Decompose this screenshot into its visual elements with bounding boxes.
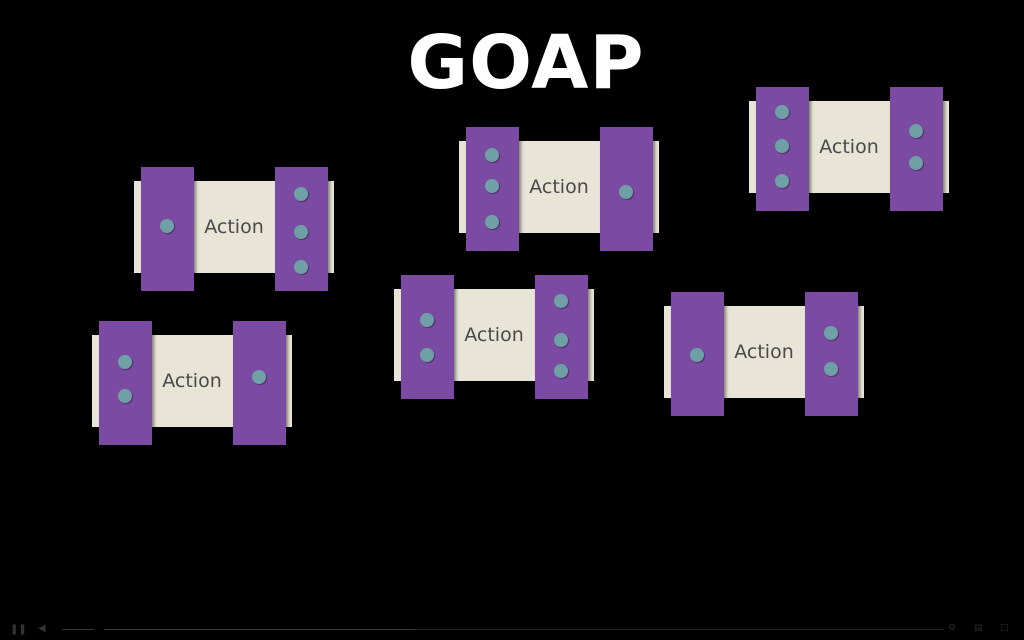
connector-dot bbox=[909, 124, 923, 138]
precondition-panel bbox=[756, 87, 809, 211]
volume-slider[interactable] bbox=[62, 629, 94, 630]
action-label: Action bbox=[162, 370, 222, 392]
connector-dot bbox=[554, 364, 568, 378]
effect-panel bbox=[805, 292, 858, 416]
connector-dot bbox=[294, 260, 308, 274]
effect-panel bbox=[535, 275, 588, 399]
effect-panel bbox=[233, 321, 286, 445]
connector-dot bbox=[824, 362, 838, 376]
effect-panel bbox=[275, 167, 328, 291]
precondition-panel bbox=[671, 292, 724, 416]
connector-dot bbox=[554, 333, 568, 347]
precondition-panel bbox=[141, 167, 194, 291]
settings-icon[interactable]: ⚙ bbox=[948, 623, 956, 633]
fullscreen-icon[interactable]: □ bbox=[1000, 623, 1009, 633]
precondition-panel bbox=[401, 275, 454, 399]
connector-dot bbox=[420, 313, 434, 327]
seek-bar[interactable] bbox=[104, 629, 944, 630]
seek-progress bbox=[104, 629, 415, 630]
connector-dot bbox=[485, 148, 499, 162]
action-node: Action bbox=[664, 292, 864, 418]
action-label: Action bbox=[529, 176, 589, 198]
connector-dot bbox=[690, 348, 704, 362]
precondition-panel bbox=[466, 127, 519, 251]
action-label: Action bbox=[464, 324, 524, 346]
connector-dot bbox=[775, 105, 789, 119]
action-label: Action bbox=[819, 136, 879, 158]
action-node: Action bbox=[134, 167, 334, 293]
connector-dot bbox=[775, 174, 789, 188]
action-node: Action bbox=[459, 127, 659, 253]
connector-dot bbox=[252, 370, 266, 384]
connector-dot bbox=[485, 179, 499, 193]
connector-dot bbox=[619, 185, 633, 199]
pause-icon[interactable]: ❚❚ bbox=[10, 624, 27, 635]
action-label: Action bbox=[734, 341, 794, 363]
connector-dot bbox=[554, 294, 568, 308]
action-node: Action bbox=[394, 275, 594, 401]
action-label: Action bbox=[204, 216, 264, 238]
connector-dot bbox=[118, 355, 132, 369]
connector-dot bbox=[824, 326, 838, 340]
connector-dot bbox=[294, 187, 308, 201]
connector-dot bbox=[294, 225, 308, 239]
captions-icon[interactable]: ▤ bbox=[974, 623, 983, 633]
slide: GOAP Action Action Action Action Action … bbox=[0, 0, 1024, 640]
action-node: Action bbox=[749, 87, 949, 213]
effect-panel bbox=[890, 87, 943, 211]
connector-dot bbox=[420, 348, 434, 362]
action-node: Action bbox=[92, 321, 292, 447]
connector-dot bbox=[118, 389, 132, 403]
effect-panel bbox=[600, 127, 653, 251]
connector-dot bbox=[909, 156, 923, 170]
precondition-panel bbox=[99, 321, 152, 445]
connector-dot bbox=[775, 139, 789, 153]
speaker-icon[interactable]: ◀ bbox=[38, 623, 46, 634]
connector-dot bbox=[160, 219, 174, 233]
connector-dot bbox=[485, 215, 499, 229]
video-player-bar: ❚❚ ◀ ⚙ ▤ □ bbox=[0, 620, 1024, 640]
